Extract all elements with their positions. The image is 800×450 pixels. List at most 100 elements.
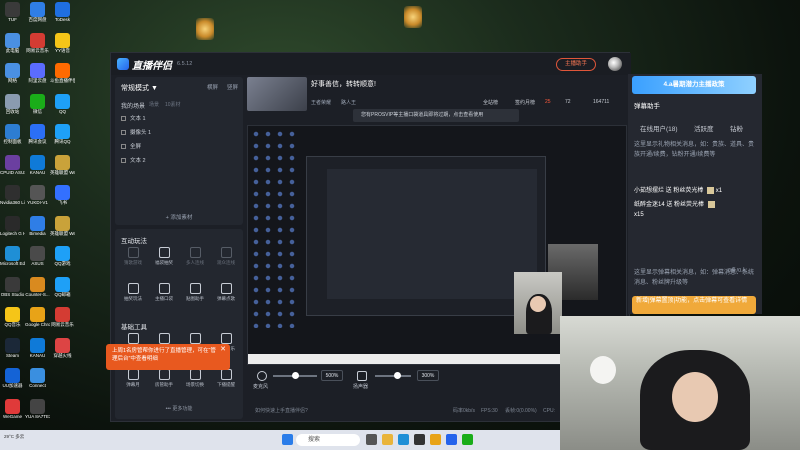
desktop-icon[interactable]: WeGame [0, 398, 25, 429]
desktop-icon[interactable]: Steam [0, 337, 25, 368]
tool-button[interactable]: 主播口袋 [150, 283, 178, 313]
desktop-icon[interactable]: KANAU [25, 337, 50, 368]
tool-icon [189, 333, 201, 344]
tab-online-users[interactable]: 在线用户(18) [640, 123, 678, 133]
desktop-icon[interactable]: 英雄联盟 WeGame版 [50, 215, 75, 246]
tool-button[interactable]: 猜歌游戏 [119, 247, 147, 277]
microphone-icon[interactable] [257, 371, 267, 381]
prop-expiry-notice[interactable]: 您有PROSVIP等主播口袋道具即将过期，点击查看使用 [353, 109, 519, 122]
desktop-icon[interactable]: 腾讯会议 [25, 124, 50, 154]
desktop-icon[interactable]: 斗鱼直播伴侣 [50, 63, 75, 93]
speaker-icon[interactable] [357, 371, 367, 381]
scene-source-row[interactable]: 文本 1 [121, 113, 237, 125]
mic-volume-value[interactable]: 500% [321, 370, 343, 381]
weather-widget[interactable]: 29°C 多云 [4, 434, 24, 440]
desktop-icon[interactable]: 网易云音乐 [25, 32, 50, 63]
desktop-icon[interactable]: 腾讯QQ [50, 124, 75, 154]
desktop-icon[interactable]: Logitech G HUB [0, 215, 25, 246]
desktop-icon[interactable]: YY语音 [50, 32, 75, 63]
portrait-toggle[interactable]: 竖屏 [227, 83, 238, 91]
tool-button[interactable]: 贴图助手 [181, 283, 209, 313]
policy-banner[interactable]: 4.a暑期潜力主播政策 [632, 76, 756, 94]
go-live-button[interactable]: 主播助手 [556, 58, 596, 71]
desktop-icon[interactable]: 回收站 [0, 93, 25, 124]
landscape-toggle[interactable]: 横屏 [207, 83, 218, 91]
moderator-toast[interactable]: 上周1名房管帮你进行了直播管理，可在“管理后台”中查看明细 ✕ [106, 344, 230, 370]
quick-start-link[interactable]: 如何快速上手直播伴侣? [255, 405, 308, 417]
desktop-icon[interactable]: 网易云音乐 [50, 307, 75, 337]
task-view-icon[interactable] [366, 434, 377, 445]
room-title[interactable]: 好事善信，转转顺意! [311, 79, 376, 89]
desktop-icon[interactable]: UU加速器 [0, 368, 25, 398]
desktop-icon[interactable]: 微信 [25, 93, 50, 124]
desktop-icon[interactable]: YUKDI-V1 [25, 185, 50, 215]
desktop-icon[interactable]: ToDesk [50, 2, 75, 32]
file-explorer-icon[interactable] [382, 434, 393, 445]
scene-source-row[interactable]: 摄像头 1 [121, 127, 237, 139]
edge-icon[interactable] [398, 434, 409, 445]
tab-activity[interactable]: 活跃度 [694, 123, 714, 133]
app-icon [30, 63, 45, 78]
mode-select[interactable]: 常规模式 ▼ [121, 83, 158, 93]
room-cover-thumbnail[interactable] [247, 77, 307, 111]
desktop-icon[interactable]: QQ音乐 [0, 307, 25, 337]
desktop-icon[interactable]: 穿越火线 [50, 337, 75, 368]
desktop-icon[interactable]: KANAU [25, 154, 50, 185]
desktop-icon[interactable]: 飞书 [50, 185, 75, 215]
chrome-icon[interactable] [430, 434, 441, 445]
desktop-icon[interactable]: Counter-S... [25, 276, 50, 307]
more-functions-button[interactable]: ••• 更多功能 [115, 405, 243, 412]
tab-diamond-fans[interactable]: 钻粉 [730, 123, 743, 133]
desktop-icon[interactable]: Nvidia360 Link Co... [0, 185, 25, 215]
taskbar-search[interactable]: 搜索 [296, 434, 360, 446]
desktop-icon[interactable]: CPUID ASUS CPU-Z [0, 154, 25, 185]
room-subcategory[interactable]: 路人王 [341, 99, 356, 106]
gift-rank-label[interactable]: 签约月榜 [515, 99, 535, 106]
all-site-rank[interactable]: 全站榜 [483, 99, 498, 106]
tool-button[interactable]: 观众连线 [212, 247, 240, 277]
desktop-icon[interactable]: Microsoft Edge [0, 246, 25, 276]
desktop-icon[interactable]: QQ邮箱 [50, 276, 75, 307]
desktop-icon[interactable]: Connect [25, 368, 50, 398]
desktop-icon[interactable]: Google Chrome [25, 307, 50, 337]
scene-source-row[interactable]: 全屏 [121, 141, 237, 153]
desktop-icon-label: 百度网盘 [28, 17, 47, 22]
live-assistant-taskbar-icon[interactable] [446, 434, 457, 445]
desktop-icon[interactable]: 控制面板 [0, 124, 25, 154]
speaker-volume-value[interactable]: 300% [417, 370, 439, 381]
speaker-volume-knob[interactable] [393, 372, 401, 379]
scenes-tab[interactable]: 场景 [149, 101, 159, 108]
room-category[interactable]: 王者荣耀 [311, 99, 331, 106]
scenes-title[interactable]: 我的场景 [121, 101, 145, 110]
tool-button[interactable]: 场景切换 [181, 369, 209, 399]
tool-button[interactable]: 福袋抽奖 [150, 247, 178, 277]
new-feature-tip[interactable]: 新增|弹幕置顶|功能，点击弹幕可查看详情 [632, 296, 756, 314]
tool-button[interactable]: 弹幕月 [119, 369, 147, 399]
desktop-icon[interactable]: QQ游戏 [50, 246, 75, 276]
preview-nested-window [306, 156, 546, 316]
desktop-icon[interactable]: Bimedia [25, 215, 50, 246]
wechat-icon[interactable] [462, 434, 473, 445]
add-source-button[interactable]: + 添加素材 [115, 213, 243, 221]
desktop-icon[interactable]: 百度网盘 [25, 2, 50, 32]
desktop-icon[interactable]: QQ [50, 93, 75, 124]
start-icon[interactable] [282, 434, 293, 445]
desktop-icon[interactable]: OBS Studio [0, 276, 25, 307]
desktop-icon[interactable]: YUA 8A7TE3... [25, 398, 50, 429]
tool-button[interactable]: 房管助手 [150, 369, 178, 399]
desktop-icon[interactable]: 阿里云盘 [25, 63, 50, 93]
desktop-icon[interactable]: 网络 [0, 63, 25, 93]
tool-button[interactable]: 弹幕点歌 [212, 283, 240, 313]
scene-source-row[interactable]: 文本 2 [121, 155, 237, 167]
close-icon[interactable]: ✕ [220, 346, 226, 354]
tool-button[interactable]: 抽奖玩法 [119, 283, 147, 313]
desktop-icon[interactable]: TUF [0, 2, 25, 32]
mic-volume-knob[interactable] [292, 372, 299, 379]
user-avatar[interactable] [608, 57, 622, 71]
desktop-icon[interactable]: ASUS [25, 246, 50, 276]
tool-button[interactable]: 多人连线 [181, 247, 209, 277]
store-icon[interactable] [414, 434, 425, 445]
tool-button[interactable]: 下播提醒 [212, 369, 240, 399]
desktop-icon[interactable]: 此电脑 [0, 32, 25, 63]
desktop-icon[interactable]: 英雄联盟 WeGame版 [50, 154, 75, 185]
